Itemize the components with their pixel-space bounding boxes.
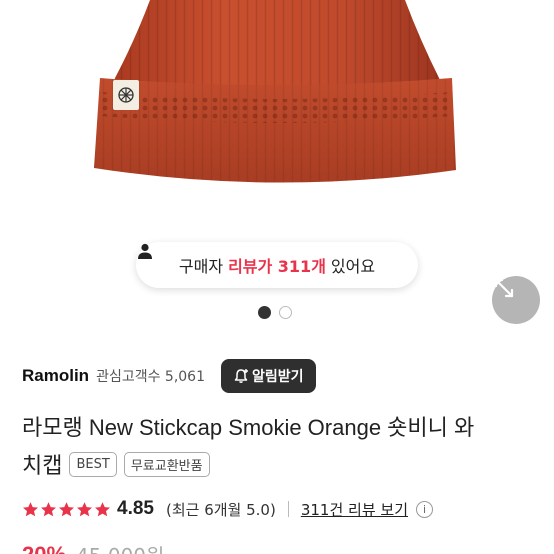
brand-row: Ramolin 관심고객수 5,061 알림받기 [22,358,316,394]
review-prompt-count: 리뷰가 311개 [228,257,326,276]
tag-free-return: 무료교환반품 [123,451,210,477]
expand-icon [494,278,514,298]
brand-name[interactable]: Ramolin [22,366,89,386]
view-reviews-link[interactable]: 311건 리뷰 보기 [301,499,408,520]
gallery-dot-2[interactable] [279,306,292,319]
divider [287,501,289,517]
rating-recent: (최근 6개월 5.0) [165,500,276,519]
review-prompt-prefix: 구매자 [178,257,224,276]
product-image[interactable]: 구매자 리뷰가 311개 있어요 [0,0,554,340]
star-icon [95,501,110,516]
rating-row: 4.85 (최근 6개월 5.0) 311건 리뷰 보기 i [22,496,433,522]
follow-alert-label: 알림받기 [252,369,304,385]
follow-alert-button[interactable]: 알림받기 [221,359,316,393]
star-icon [41,501,56,516]
tag-best: BEST [69,451,117,477]
gallery-dot-1[interactable] [258,306,271,319]
star-rating [22,501,111,518]
review-prompt-suffix: 있어요 [330,257,376,276]
gallery-pagination [258,306,292,319]
product-title-line-1: 라모랭 New Stickcap Smokie Orange 숏비니 와 [22,415,475,440]
star-icon [23,501,38,516]
price-row: 20% 45,000원 [22,540,164,554]
review-count-pill[interactable]: 구매자 리뷰가 311개 있어요 [136,242,418,288]
discount-rate: 20% [22,541,67,554]
star-icon [59,501,74,516]
beanie-illustration [94,0,456,183]
bell-plus-icon [234,369,248,383]
info-icon[interactable]: i [416,500,433,518]
person-icon [138,243,152,259]
product-title-line-2: 치캡 [22,454,63,479]
rating-score: 4.85 [117,498,154,519]
product-title-line-2-row: 치캡 BEST 무료교환반품 [22,450,210,479]
original-price: 45,000원 [76,540,164,554]
brand-followers: 관심고객수 5,061 [96,369,205,385]
expand-image-button[interactable] [492,276,540,324]
star-icon [77,501,92,516]
